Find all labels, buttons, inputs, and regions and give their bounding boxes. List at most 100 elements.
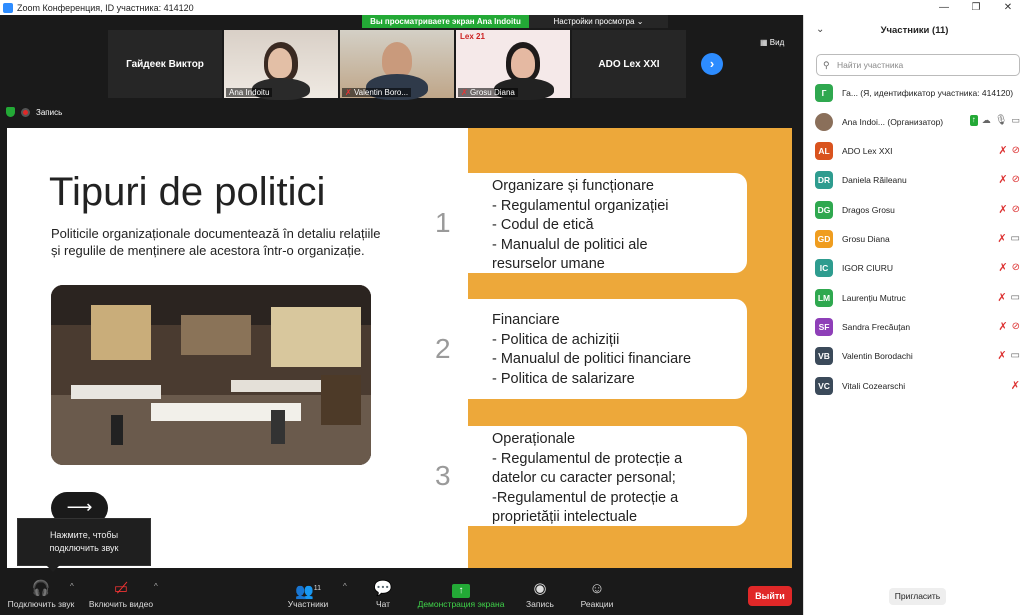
mic-muted-icon: ✗: [997, 233, 1007, 245]
participant-status-icons: ✗ ▭: [997, 232, 1020, 246]
view-settings-button[interactable]: Настройки просмотра ⌄: [529, 15, 668, 28]
slide-description: Politicile organizaționale documentează …: [51, 226, 381, 258]
shared-slide: Tipuri de politici Politicile organizați…: [7, 128, 792, 568]
participants-label: Участники: [287, 599, 329, 609]
participant-row[interactable]: DR Daniela Răileanu ✗ ⊘: [815, 169, 1022, 191]
office-illustration: [51, 285, 371, 465]
record-button[interactable]: ◉ Запись: [520, 579, 560, 609]
card-line: - Politica de salarizare: [492, 370, 635, 387]
start-video-button[interactable]: ▭̸ Включить видео: [84, 579, 158, 609]
participant-status-icons: ✗ ⊘: [998, 203, 1020, 217]
participant-status-icons: ↑ ☁ 🎙 ▭: [969, 115, 1020, 126]
participants-panel: ⌄ Участники (11) ⚲ Найти участника Г Га.…: [803, 15, 1024, 615]
video-tile[interactable]: Ana Indoitu: [224, 30, 338, 100]
video-icon: ▭: [1011, 115, 1020, 125]
reactions-label: Реакции: [580, 599, 614, 609]
card-line: datelor cu caracter personal;: [492, 470, 676, 487]
maximize-icon[interactable]: ❐: [960, 0, 992, 15]
share-screen-icon: ↑: [969, 115, 978, 126]
avatar: VC: [815, 377, 833, 395]
video-tile[interactable]: ✗ Valentin Boro...: [340, 30, 454, 100]
policy-card: 3 Operaționale - Regulamentul de protecț…: [407, 426, 747, 526]
card-line: Operaționale: [492, 431, 576, 447]
participant-row[interactable]: LM Laurențiu Mutruc ✗ ▭: [815, 287, 1022, 309]
tile-name: Ana Indoitu: [226, 88, 273, 97]
chat-button[interactable]: 💬 Чат: [366, 579, 400, 609]
panel-title: Участники (11): [880, 25, 949, 36]
participant-row[interactable]: DG Dragos Grosu ✗ ⊘: [815, 199, 1022, 221]
avatar: DG: [815, 201, 833, 219]
record-label: Запись: [526, 599, 554, 609]
card-line: proprietății intelectuale: [492, 509, 638, 526]
smiley-icon: ☺: [589, 580, 605, 597]
tile-name-only[interactable]: Гайдеек Виктор: [108, 30, 222, 98]
record-icon: [21, 107, 30, 117]
tooltip-line: подключить звук: [49, 543, 119, 553]
participant-name: Sandra Frecăuțan: [842, 322, 911, 332]
card-line: -Regulamentul de protecție a: [492, 489, 679, 506]
video-off-icon: ⊘: [1011, 204, 1020, 215]
avatar: Г: [815, 84, 833, 102]
participant-row[interactable]: VC Vitali Cozearschi ✗: [815, 375, 1022, 397]
participant-row[interactable]: SF Sandra Frecăuțan ✗ ⊘: [815, 316, 1022, 338]
avatar: DR: [815, 171, 833, 189]
video-icon: ▭: [1010, 350, 1020, 361]
participant-search-input[interactable]: ⚲ Найти участника: [816, 54, 1020, 76]
participant-row[interactable]: Г Га... (Я, идентификатор участника: 414…: [815, 82, 1022, 104]
card-lines: Organizare și funcționare - Regulamentul…: [492, 177, 669, 275]
mic-muted-icon: ✗: [998, 262, 1008, 274]
participant-name: Vitali Cozearschi: [842, 381, 906, 391]
participant-row[interactable]: IC IGOR CIURU ✗ ⊘: [815, 257, 1022, 279]
recording-indicator: Запись: [6, 107, 62, 117]
view-button[interactable]: ▦ Вид: [760, 38, 784, 47]
card-number: 2: [435, 333, 451, 364]
participants-count: 11: [313, 585, 321, 592]
video-icon: ▭: [1010, 233, 1020, 244]
shield-icon: [6, 107, 15, 117]
participant-row[interactable]: Ana Indoi... (Организатор) ↑ ☁ 🎙 ▭: [815, 111, 1022, 133]
participant-name: Valentin Borodachi: [842, 351, 913, 361]
join-audio-button[interactable]: 🎧 Подключить звук: [4, 579, 78, 609]
share-screen-button[interactable]: ↑ Демонстрация экрана: [414, 579, 508, 609]
card-line: Organizare și funcționare: [492, 178, 654, 194]
participant-face: [382, 42, 412, 78]
muted-mic-icon: ✗: [461, 88, 468, 97]
lex-sign: Lex 21: [460, 32, 485, 41]
minimize-icon[interactable]: —: [928, 0, 960, 15]
policy-card: 1 Organizare și funcționare - Regulament…: [407, 173, 747, 273]
participant-row[interactable]: GD Grosu Diana ✗ ▭: [815, 228, 1022, 250]
video-options-caret[interactable]: ^: [154, 582, 158, 591]
tile-name-text: Valentin Boro...: [353, 88, 409, 97]
invite-button[interactable]: Пригласить: [889, 588, 946, 605]
participant-row[interactable]: AL ADO Lex XXI ✗ ⊘: [815, 140, 1022, 162]
card-number: 1: [435, 207, 451, 238]
next-page-button[interactable]: ›: [701, 53, 723, 75]
participant-name: IGOR CIURU: [842, 263, 893, 273]
card-lines: Financiare - Politica de achiziții - Man…: [492, 311, 691, 389]
close-icon[interactable]: ✕: [992, 0, 1024, 15]
record-icon: ◉: [533, 580, 547, 597]
card-number: 3: [435, 460, 451, 491]
participants-options-caret[interactable]: ^: [343, 582, 347, 591]
participant-name: Laurențiu Mutruc: [842, 293, 906, 303]
tile-name-only[interactable]: ADO Lex XXI: [572, 30, 686, 98]
participants-button[interactable]: 👥11 Участники: [282, 579, 334, 609]
policy-card: 2 Financiare - Politica de achiziții - M…: [407, 299, 747, 399]
grid-icon: ▦: [760, 38, 768, 47]
card-line: resurselor umane: [492, 256, 605, 273]
video-tile[interactable]: Lex 21 ✗ Grosu Diana: [456, 30, 570, 100]
tooltip-line: Нажмите, чтобы: [49, 530, 119, 540]
participant-name: Га... (Я, идентификатор участника: 41412…: [842, 88, 1014, 98]
mic-muted-icon: ✗: [998, 174, 1008, 186]
video-icon: ▭: [1010, 292, 1020, 303]
participant-name: Daniela Răileanu: [842, 175, 907, 185]
participant-row[interactable]: VB Valentin Borodachi ✗ ▭: [815, 345, 1022, 367]
title-bar: Zoom Конференция, ID участника: 414120 —…: [0, 0, 1024, 15]
leave-button[interactable]: Выйти: [748, 586, 792, 606]
slide-title: Tipuri de politici: [49, 170, 326, 214]
mic-muted-icon: ✗: [998, 204, 1008, 216]
reactions-button[interactable]: ☺ Реакции: [574, 579, 620, 609]
audio-options-caret[interactable]: ^: [70, 582, 74, 591]
avatar: SF: [815, 318, 833, 336]
mic-muted-icon: ✗: [997, 350, 1007, 362]
